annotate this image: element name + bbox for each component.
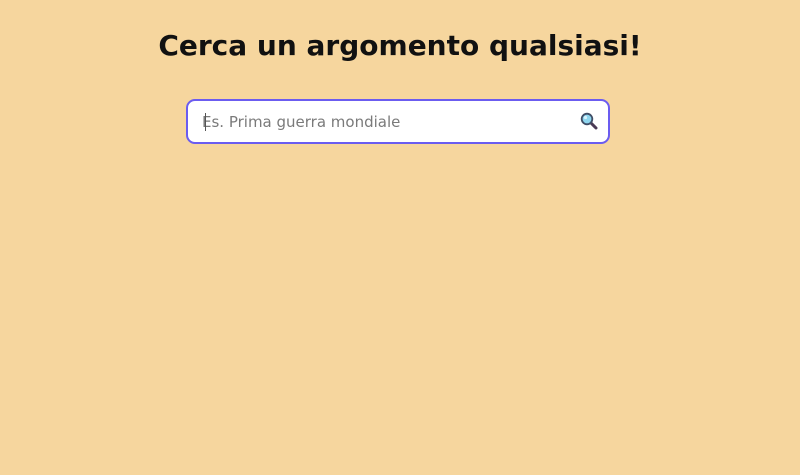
search-box[interactable] <box>186 99 610 144</box>
page: { "header": { "title": "Cerca un argomen… <box>0 0 800 475</box>
search-icon[interactable] <box>580 112 598 130</box>
text-caret <box>205 113 206 131</box>
page-title: Cerca un argomento qualsiasi! <box>158 29 642 62</box>
search-input[interactable] <box>202 101 572 142</box>
